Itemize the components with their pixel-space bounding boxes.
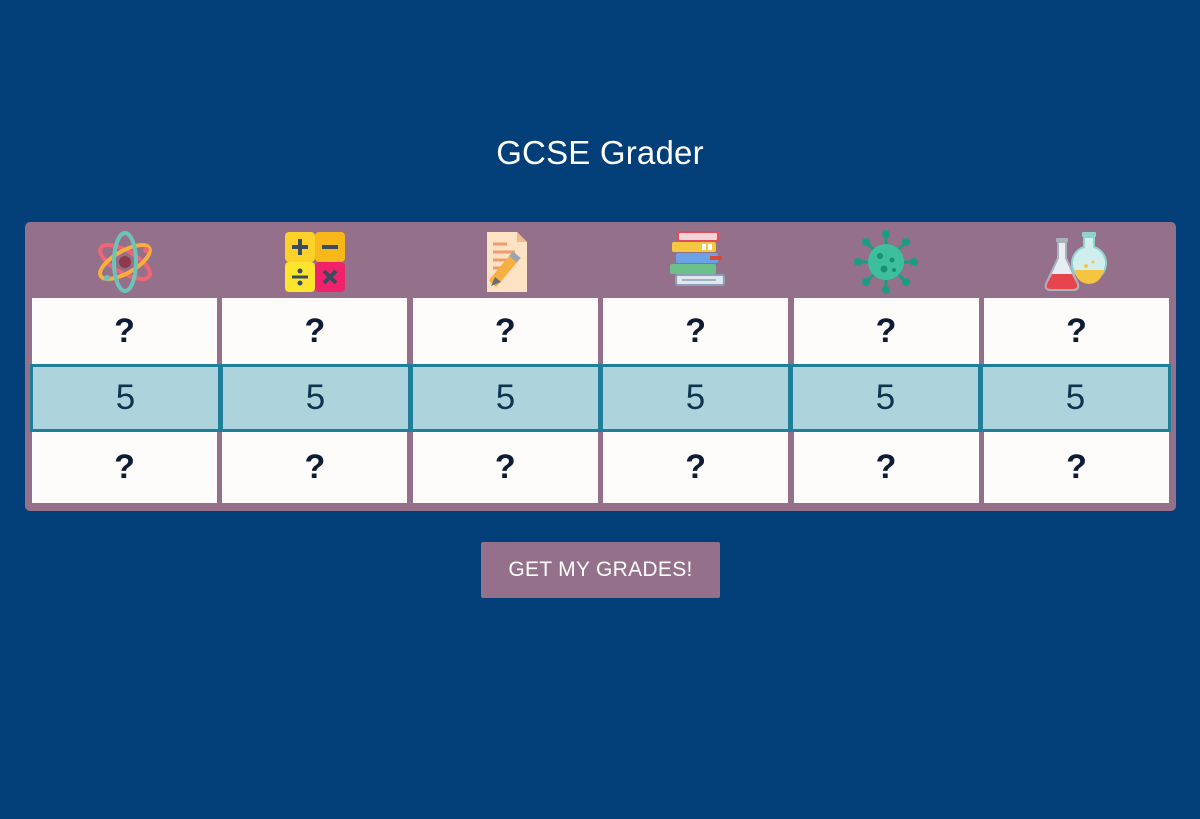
subject-icon-row (32, 226, 1169, 298)
subject-header-maths (222, 226, 407, 298)
grade-cell-english-selected[interactable]: 5 (413, 367, 598, 429)
grade-cell-physics-selected[interactable]: 5 (33, 367, 218, 429)
grade-cell-physics-lower[interactable]: ? (32, 432, 217, 503)
physics-atom-icon (97, 231, 152, 293)
maths-calculator-icon (284, 232, 345, 292)
grade-cell-history-upper[interactable]: ? (603, 298, 789, 364)
grade-cell-maths-selected[interactable]: 5 (223, 367, 408, 429)
grade-cell-maths-lower[interactable]: ? (222, 432, 408, 503)
grade-cell-biology-upper[interactable]: ? (793, 298, 979, 364)
grade-cell-english-lower[interactable]: ? (412, 432, 598, 503)
grade-row-lower: ? ? ? ? ? ? (32, 432, 1169, 503)
subject-header-chemistry (984, 226, 1169, 298)
grade-cell-english-upper[interactable]: ? (412, 298, 598, 364)
biology-virus-icon (854, 230, 919, 294)
books-stack-icon (669, 231, 725, 286)
grade-cell-biology-selected[interactable]: 5 (793, 367, 978, 429)
grade-cell-physics-upper[interactable]: ? (32, 298, 217, 364)
grade-cell-maths-upper[interactable]: ? (222, 298, 408, 364)
english-document-pencil-icon (487, 232, 528, 292)
grade-cell-history-lower[interactable]: ? (603, 432, 789, 503)
grade-panel: ? ? ? ? ? ? 5 5 5 5 5 5 ? ? ? ? ? ? (25, 222, 1176, 511)
chemistry-flasks-icon (1045, 232, 1108, 291)
subject-header-physics (32, 226, 217, 298)
grade-cell-biology-lower[interactable]: ? (793, 432, 979, 503)
page-title: GCSE Grader (496, 134, 704, 171)
subject-header-biology (794, 226, 979, 298)
subject-header-english (413, 226, 598, 298)
grade-cell-history-selected[interactable]: 5 (603, 367, 788, 429)
get-my-grades-button[interactable]: GET MY GRADES! (481, 542, 720, 598)
subject-header-history (603, 226, 788, 298)
grade-cell-chemistry-selected[interactable]: 5 (983, 367, 1168, 429)
grade-row-selected: 5 5 5 5 5 5 (30, 364, 1171, 432)
grade-row-upper: ? ? ? ? ? ? (32, 298, 1169, 364)
grade-cell-chemistry-upper[interactable]: ? (983, 298, 1169, 364)
grade-cell-chemistry-lower[interactable]: ? (983, 432, 1169, 503)
